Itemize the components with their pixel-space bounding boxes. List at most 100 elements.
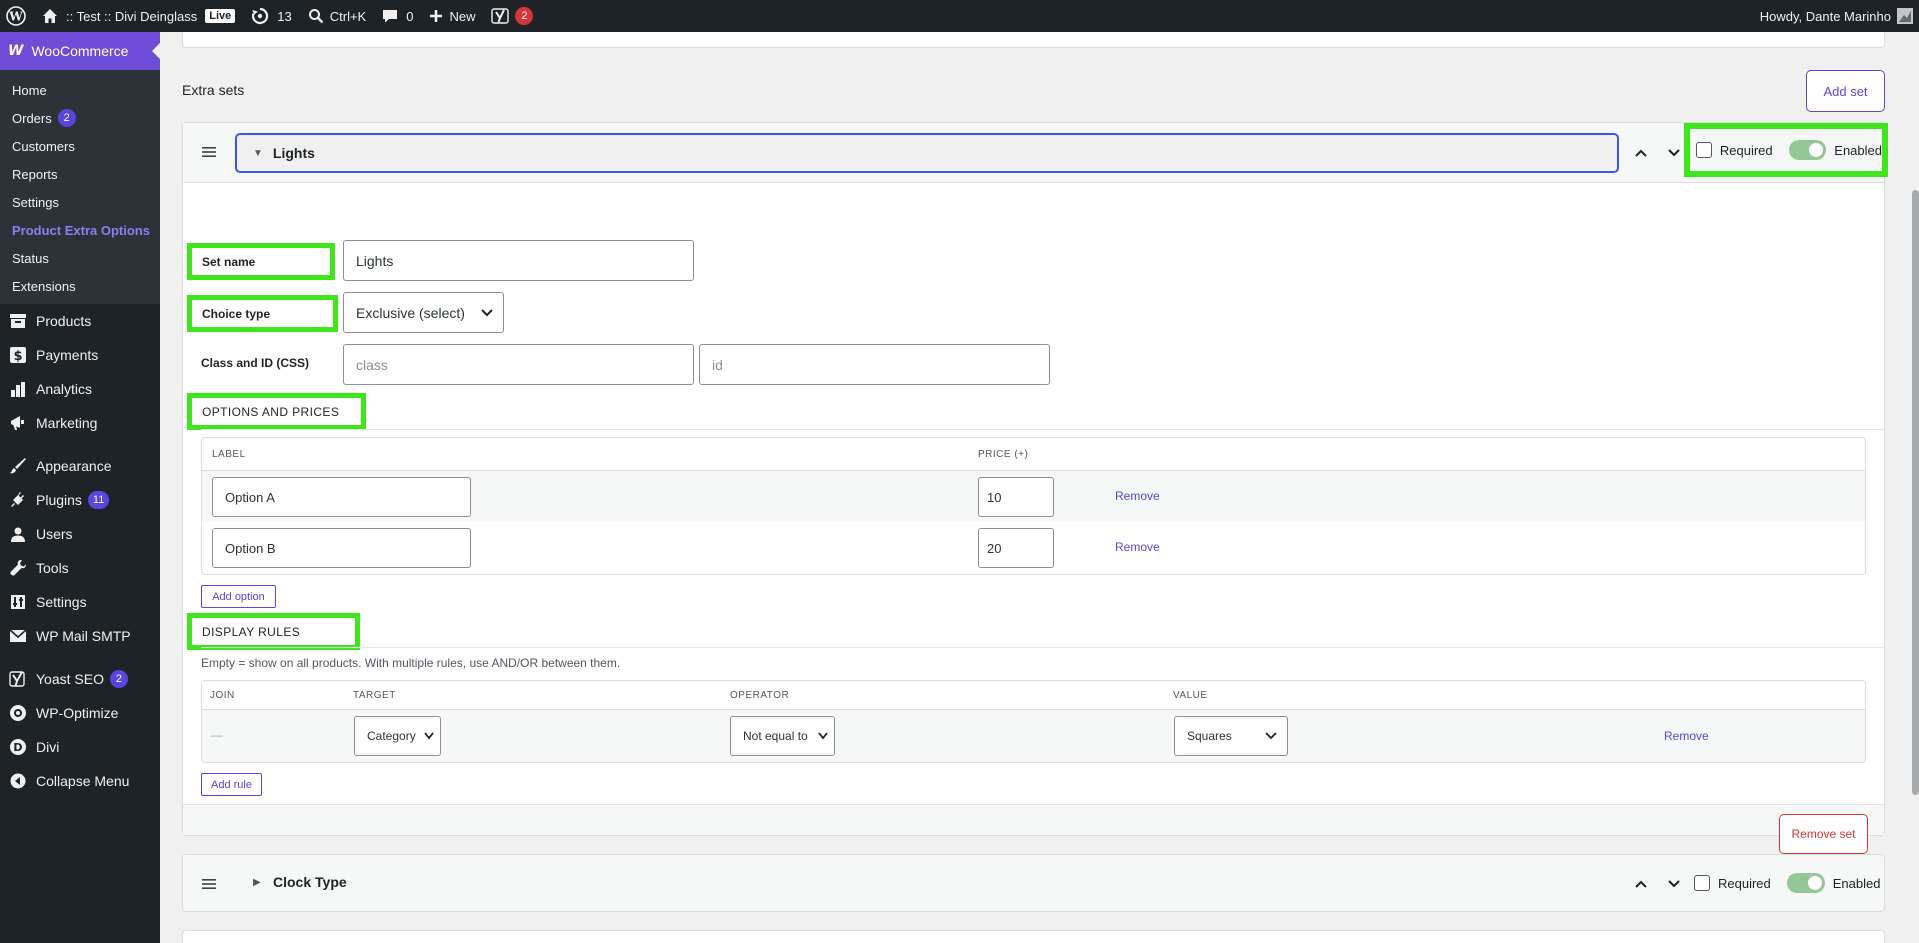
rule-target-select[interactable]: Category [354, 716, 441, 756]
rule-value-select[interactable]: Squares [1174, 716, 1288, 756]
sidebar-item-marketing[interactable]: Marketing [0, 406, 160, 440]
remove-option-link[interactable]: Remove [1115, 540, 1160, 554]
site-name: :: Test :: Divi Deinglass [66, 8, 198, 24]
set-title-toggle[interactable]: ▼ Lights [235, 133, 1619, 173]
sidebar-item-wp-mail-smtp[interactable]: WP Mail SMTP [0, 619, 160, 653]
sidebar-item-plugins[interactable]: Plugins 11 [0, 483, 160, 517]
move-down-button[interactable] [1664, 143, 1684, 163]
submenu-extensions[interactable]: Extensions [0, 272, 160, 300]
submenu-label: Orders [12, 110, 52, 126]
chevron-down-icon [424, 732, 434, 740]
submenu-product-extra-options[interactable]: Product Extra Options [0, 216, 160, 244]
yoast-menu-link[interactable]: 2 [483, 0, 541, 32]
sidebar-item-label: Settings [36, 594, 87, 610]
collapse-menu-button[interactable]: Collapse Menu [0, 764, 160, 798]
enabled-toggle[interactable] [1786, 873, 1825, 893]
sidebar-item-label: Analytics [36, 381, 93, 397]
option-label-input[interactable]: Option A [212, 477, 471, 517]
set-title[interactable]: Clock Type [273, 874, 347, 890]
choice-type-select[interactable]: Exclusive (select) [343, 292, 504, 333]
rule-operator-select[interactable]: Not equal to [730, 716, 835, 756]
chevron-down-icon [818, 732, 828, 740]
required-checkbox[interactable] [1696, 142, 1712, 158]
submenu-home[interactable]: Home [0, 76, 160, 104]
set-title: Lights [272, 145, 315, 161]
new-content-link[interactable]: New [421, 0, 483, 32]
updates-count: 13 [277, 8, 292, 24]
collapse-arrow-icon [8, 771, 28, 791]
submenu-settings[interactable]: Settings [0, 188, 160, 216]
remove-set-button[interactable]: Remove set [1779, 814, 1868, 854]
submenu-reports[interactable]: Reports [0, 160, 160, 188]
sidebar-item-tools[interactable]: Tools [0, 551, 160, 585]
add-set-button[interactable]: Add set [1806, 70, 1885, 112]
remove-option-link[interactable]: Remove [1115, 489, 1160, 503]
enabled-toggle[interactable] [1788, 140, 1827, 160]
extra-set-card-collapsed: ▶ Clock Type Required Enabled [182, 854, 1885, 912]
sidebar-item-settings[interactable]: Settings [0, 585, 160, 619]
sidebar-item-label: Divi [36, 739, 60, 755]
sidebar-item-users[interactable]: Users [0, 517, 160, 551]
option-price-input[interactable]: 10 [978, 477, 1054, 517]
sidebar-item-label: Plugins [36, 492, 82, 508]
plug-icon [8, 490, 28, 510]
set-name-label: Set name [187, 243, 335, 280]
submenu-label: Home [12, 82, 47, 98]
required-label: Required [1719, 142, 1773, 158]
column-header-value: VALUE [1173, 690, 1208, 701]
yoast-icon [8, 669, 28, 689]
submenu-orders[interactable]: Orders 2 [0, 104, 160, 132]
site-name-link[interactable]: :: Test :: Divi Deinglass Live [34, 0, 243, 32]
add-option-button[interactable]: Add option [201, 585, 276, 608]
remove-rule-link[interactable]: Remove [1664, 729, 1709, 743]
move-up-button[interactable] [1631, 143, 1651, 163]
sidebar-item-label: Tools [36, 560, 69, 576]
sidebar-item-divi[interactable]: D Divi [0, 730, 160, 764]
submenu-label: Customers [12, 138, 75, 154]
option-label-input[interactable]: Option B [212, 528, 471, 568]
sidebar-item-analytics[interactable]: Analytics [0, 372, 160, 406]
chevron-up-icon [1635, 149, 1647, 157]
sidebar-item-payments[interactable]: $ Payments [0, 338, 160, 372]
label-text: Set name [202, 254, 256, 269]
settings-icon [8, 592, 28, 612]
required-checkbox[interactable] [1694, 875, 1710, 891]
submenu-customers[interactable]: Customers [0, 132, 160, 160]
scrollbar-thumb[interactable] [1912, 190, 1919, 795]
move-down-button[interactable] [1664, 874, 1684, 894]
sidebar-item-appearance[interactable]: Appearance [0, 449, 160, 483]
caret-right-icon[interactable]: ▶ [253, 877, 261, 888]
sidebar-item-label: Products [36, 313, 92, 329]
plugins-count-badge: 11 [87, 491, 110, 509]
command-palette-link[interactable]: Ctrl+K [300, 0, 374, 32]
sidebar-item-yoast-seo[interactable]: Yoast SEO 2 [0, 662, 160, 696]
svg-text:W: W [8, 10, 23, 24]
submenu-label: Reports [12, 166, 58, 182]
wp-optimize-icon [8, 703, 28, 723]
page-scrollbar[interactable] [1911, 32, 1919, 943]
sidebar-item-wp-optimize[interactable]: WP-Optimize [0, 696, 160, 730]
css-id-input[interactable]: id [699, 344, 1050, 385]
sidebar-item-products[interactable]: Products [0, 304, 160, 338]
new-label: New [449, 8, 476, 24]
bar-chart-icon [8, 379, 28, 399]
input-value: 20 [987, 540, 1002, 556]
sidebar-item-woocommerce[interactable]: W WooCommerce [0, 32, 160, 70]
move-up-button[interactable] [1631, 874, 1651, 894]
drag-handle-icon[interactable] [201, 145, 217, 162]
input-value: Option B [225, 540, 276, 556]
sidebar-item-label: Payments [36, 347, 99, 363]
updates-link[interactable]: 13 [243, 0, 299, 32]
my-account-link[interactable]: Howdy, Dante Marinho [1752, 0, 1919, 32]
submenu-status[interactable]: Status [0, 244, 160, 272]
drag-handle-icon[interactable] [201, 877, 217, 894]
css-class-input[interactable]: class [343, 344, 694, 385]
comments-link[interactable]: 0 [374, 0, 421, 32]
column-header-operator: OPERATOR [730, 690, 790, 701]
chevron-down-icon [481, 308, 493, 316]
set-name-input[interactable]: Lights [343, 240, 694, 281]
option-price-input[interactable]: 20 [978, 528, 1054, 568]
wordpress-logo-icon[interactable]: W [0, 0, 34, 32]
add-rule-button[interactable]: Add rule [201, 773, 262, 796]
extra-set-card: ▼ Lights Required Enabled Set name Light… [182, 122, 1888, 854]
